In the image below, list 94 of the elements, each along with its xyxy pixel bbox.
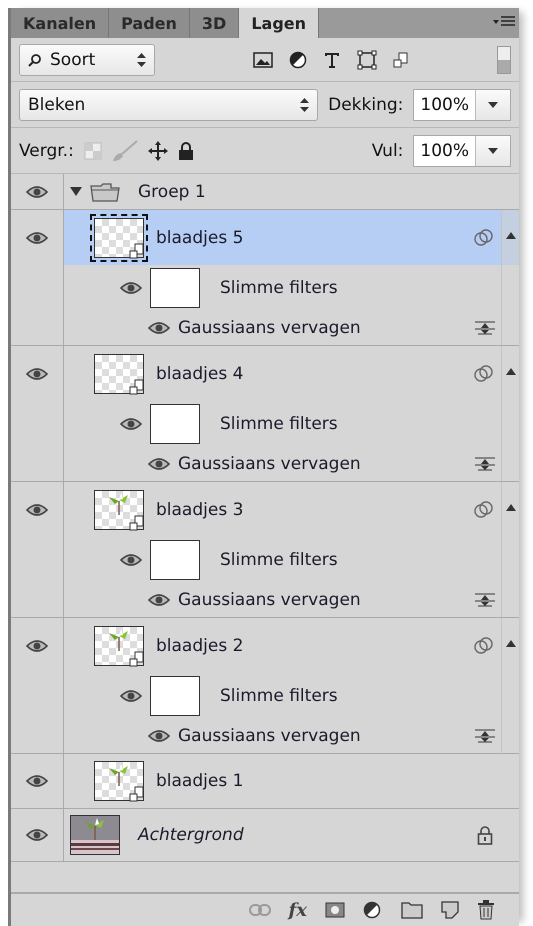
eye-icon[interactable] [120,688,142,702]
layer-thumbnail[interactable] [94,626,144,666]
smart-object-icon [129,650,145,666]
blend-mode-dropdown[interactable]: Bleken [19,88,318,120]
eye-icon[interactable] [26,774,48,788]
layer-name[interactable]: blaadjes 2 [156,636,244,656]
opacity-label: Dekking: [328,94,404,114]
blending-options-icon[interactable] [475,456,495,470]
layer-thumbnail[interactable] [94,354,144,394]
filter-mask-thumbnail[interactable] [150,676,200,716]
smart-filters-label[interactable]: Slimme filters [220,550,338,570]
eye-icon[interactable] [120,552,142,566]
smart-object-icon [129,378,145,394]
layer-name[interactable]: blaadjes 4 [156,364,244,384]
smart-object-link-icon [473,228,495,248]
layer-row[interactable]: blaadjes 1 [64,754,519,808]
type-filter-icon[interactable] [323,50,341,68]
layer-name[interactable]: Achtergrond [138,825,244,845]
eye-icon[interactable] [148,456,170,470]
layer-row[interactable]: blaadjes 4 [64,346,519,401]
mask-icon[interactable] [325,902,345,918]
eye-icon[interactable] [148,320,170,334]
collapse-arrow-icon[interactable] [506,368,516,375]
lock-label: Vergr.: [19,140,74,160]
collapse-arrow-icon[interactable] [506,232,516,239]
smart-object-link-icon [473,636,495,656]
new-layer-icon[interactable] [441,901,459,919]
layer-row[interactable]: blaadjes 5 [64,210,519,265]
smart-object-icon [129,514,145,530]
stepper-icon [300,98,310,112]
filter-dropdown[interactable]: Soort [19,44,155,76]
eye-icon[interactable] [120,416,142,430]
trash-icon[interactable] [477,900,495,920]
eye-icon[interactable] [26,184,48,198]
layer-thumbnail[interactable] [94,490,144,530]
panel-tab[interactable]: Lagen [239,8,320,38]
group-name[interactable]: Groep 1 [138,182,206,202]
search-icon [28,52,42,66]
eye-icon[interactable] [26,828,48,842]
eye-icon[interactable] [148,728,170,742]
smart-object-filter-icon[interactable] [393,52,409,68]
layer-name[interactable]: blaadjes 1 [156,771,244,791]
layer-row[interactable]: blaadjes 3 [64,482,519,537]
move-icon[interactable] [148,140,168,160]
smart-object-link-icon [473,500,495,520]
shape-filter-icon[interactable] [357,50,377,70]
caret-icon [488,148,498,154]
panel-tab[interactable]: Kanalen [11,8,110,38]
eye-icon[interactable] [26,230,48,244]
smart-filters-label[interactable]: Slimme filters [220,686,338,706]
adjustment-filter-icon[interactable] [289,50,307,68]
filter-mask-thumbnail[interactable] [150,540,200,580]
smart-filters-label[interactable]: Slimme filters [220,414,338,434]
panel-tab[interactable]: 3D [190,8,240,38]
filter-name[interactable]: Gaussiaans vervagen [178,454,361,474]
collapse-arrow-icon[interactable] [506,504,516,511]
filter-mask-thumbnail[interactable] [150,268,200,308]
smart-filters-label[interactable]: Slimme filters [220,278,338,298]
adjustment-layer-icon[interactable] [363,901,383,919]
eye-icon[interactable] [120,280,142,294]
blending-options-icon[interactable] [475,592,495,606]
eye-icon[interactable] [26,366,48,380]
smart-object-link-icon [473,364,495,384]
layer-style-button[interactable]: fx [288,900,307,920]
filter-toggle-icon[interactable] [497,46,511,74]
folder-icon[interactable] [401,901,423,919]
caret-icon [488,102,498,108]
eye-icon[interactable] [26,502,48,516]
filter-name[interactable]: Gaussiaans vervagen [178,590,361,610]
fill-label: Vul: [372,140,404,160]
panel-menu-icon[interactable] [493,16,515,28]
smart-object-icon [129,786,145,802]
stepper-icon [137,52,146,66]
lock-icon[interactable] [178,140,194,160]
filter-name[interactable]: Gaussiaans vervagen [178,726,361,746]
eye-icon[interactable] [148,592,170,606]
layer-thumbnail[interactable] [70,815,120,855]
expand-triangle-icon[interactable] [70,186,82,196]
filter-name[interactable]: Gaussiaans vervagen [178,318,361,338]
blending-options-icon[interactable] [475,728,495,742]
blending-options-icon[interactable] [475,320,495,334]
layer-name[interactable]: blaadjes 5 [156,228,244,248]
layer-row[interactable]: blaadjes 2 [64,618,519,673]
folder-icon [90,182,120,202]
panel-tab[interactable]: Paden [109,8,190,38]
eye-icon[interactable] [26,638,48,652]
layer-name[interactable]: blaadjes 3 [156,500,244,520]
layer-thumbnail[interactable] [94,761,144,801]
smart-object-icon [129,242,145,258]
filter-mask-thumbnail[interactable] [150,404,200,444]
opacity-field[interactable]: 100% [413,88,511,120]
collapse-arrow-icon[interactable] [506,640,516,647]
pixel-layer-filter-icon[interactable] [253,52,273,68]
fill-field[interactable]: 100% [413,134,511,166]
